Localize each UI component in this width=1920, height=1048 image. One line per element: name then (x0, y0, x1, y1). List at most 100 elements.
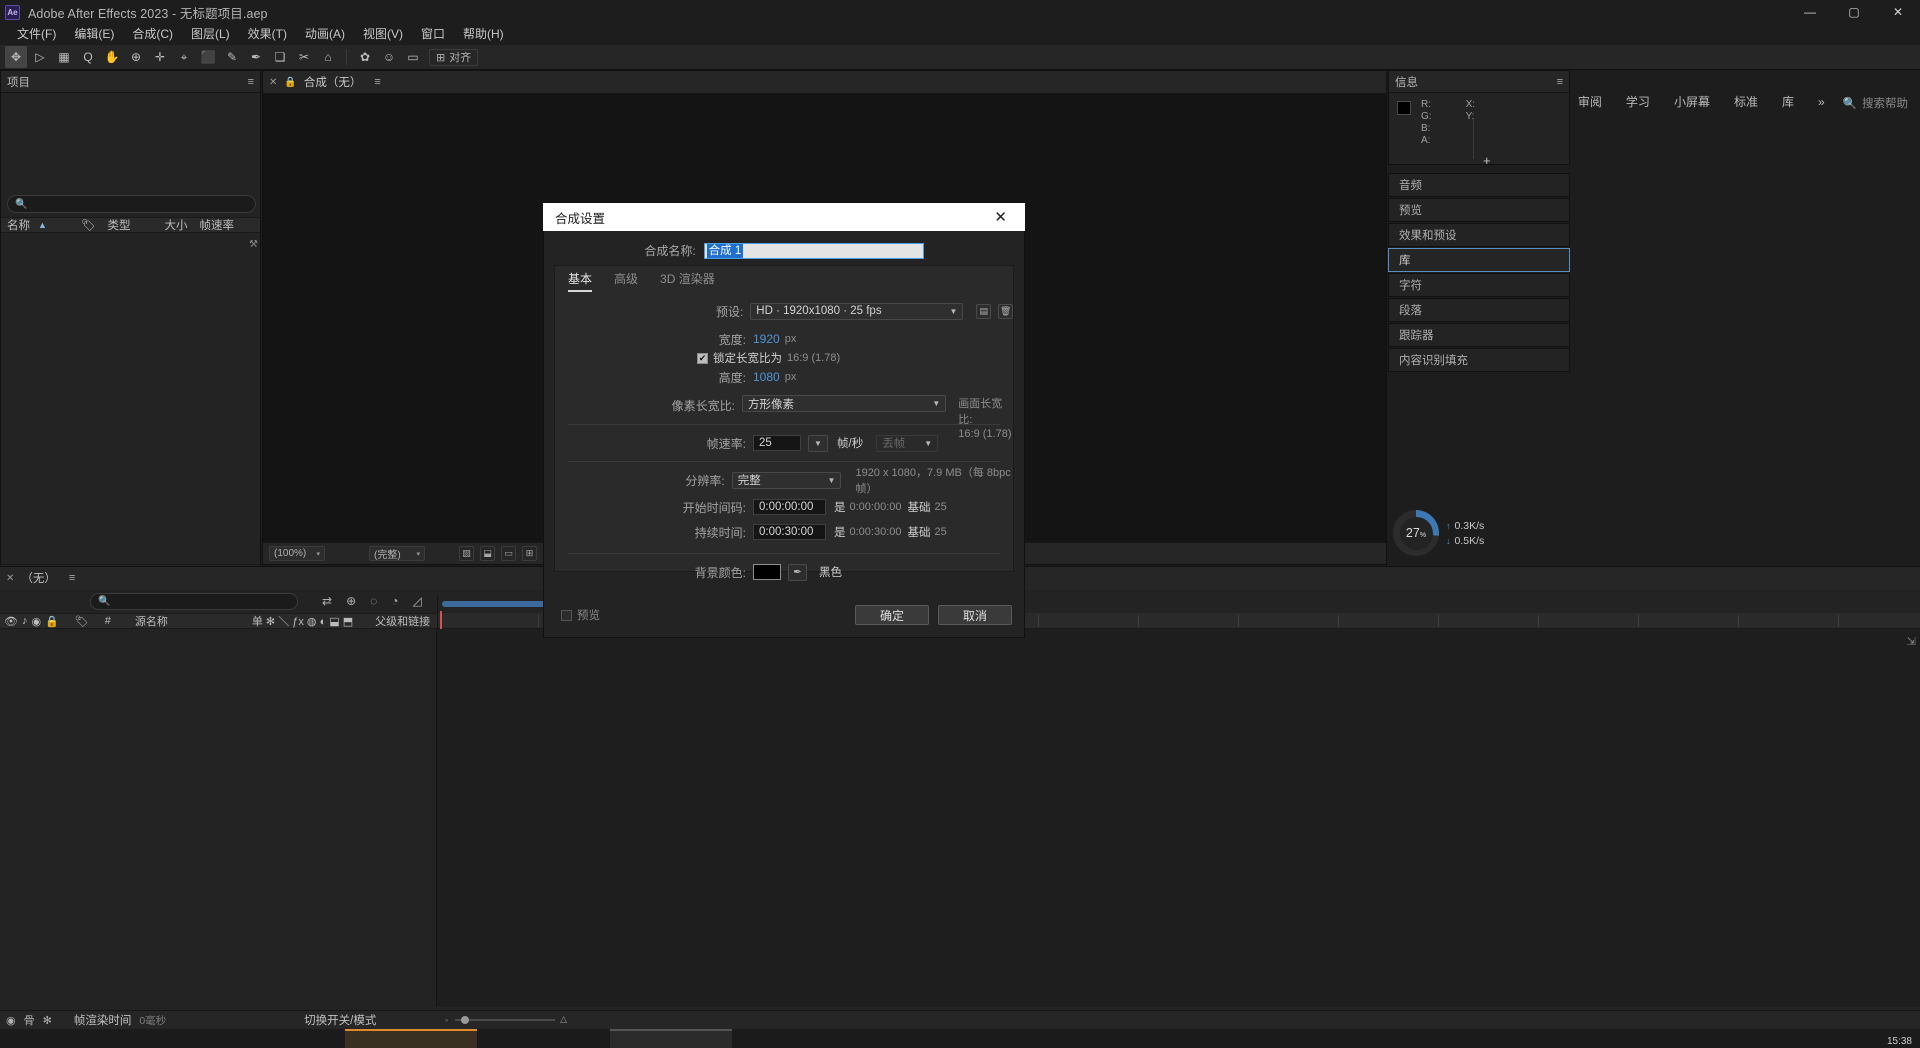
column-type[interactable]: 类型 (102, 217, 137, 233)
sort-ascending-icon[interactable]: ▲ (38, 220, 47, 230)
close-tab-icon[interactable]: ✕ (6, 573, 14, 584)
timeline-zoom-slider[interactable]: ◦ △ (445, 1014, 567, 1025)
rotation-tool-icon[interactable]: ✛ (149, 46, 171, 68)
motion-blur-icon[interactable]: ✻ (43, 1014, 52, 1027)
menu-window[interactable]: 窗口 (412, 25, 454, 44)
graph-editor-icon[interactable]: ◿ (413, 594, 422, 608)
toggle-transparency-grid-icon[interactable]: ▨ (459, 546, 474, 561)
menu-effect[interactable]: 效果(T) (239, 25, 296, 44)
zoom-out-icon[interactable]: ◦ (445, 1015, 448, 1025)
maximize-button[interactable]: ▢ (1832, 0, 1876, 24)
pen-tool-icon[interactable]: ✎ (221, 46, 243, 68)
timeline-resize-icon[interactable]: ⇲ (1907, 635, 1916, 648)
menu-composition[interactable]: 合成(C) (123, 25, 182, 44)
menu-view[interactable]: 视图(V) (354, 25, 412, 44)
resolution-select[interactable]: 完整 ▼ (731, 471, 842, 489)
composition-panel-menu-icon[interactable]: ≡ (374, 76, 380, 88)
hide-shy-layers-icon[interactable]: ◌ (370, 594, 377, 608)
orbit-tool-icon[interactable]: Q (77, 46, 99, 68)
pixel-aspect-select[interactable]: 方形像素 ▼ (742, 395, 947, 412)
background-color-swatch[interactable] (753, 564, 781, 580)
column-source-name[interactable]: 源名称 (135, 613, 168, 629)
height-value[interactable]: 1080 (753, 370, 780, 384)
ok-button[interactable]: 确定 (855, 605, 929, 625)
tab-basic[interactable]: 基本 (568, 270, 593, 292)
timeline-tab-title[interactable]: （无） (21, 570, 56, 586)
width-value[interactable]: 1920 (753, 332, 780, 346)
anchor-point-tool-icon[interactable]: ⌖ (173, 46, 195, 68)
timeline-search-input[interactable]: 🔍 (90, 592, 298, 610)
switches-modes-toggle[interactable]: 切换开关/模式 (304, 1012, 376, 1028)
menu-layer[interactable]: 图层(L) (182, 25, 239, 44)
menu-file[interactable]: 文件(F) (8, 25, 65, 44)
duration-input[interactable]: 0:00:30:00 (753, 524, 826, 540)
column-name[interactable]: 名称 (1, 217, 36, 233)
preset-select[interactable]: HD · 1920x1080 · 25 fps ▼ (750, 302, 964, 320)
composition-mini-flowchart-icon[interactable]: ⇄ (322, 594, 332, 608)
preview-checkbox[interactable]: ✔ (561, 609, 572, 621)
motion-blur-icon[interactable]: ◔ (391, 594, 398, 608)
eyedropper-icon[interactable]: ✒ (788, 563, 807, 581)
close-tab-icon[interactable]: ✕ (269, 77, 277, 88)
puppet-pin-tool-icon[interactable]: ☺ (378, 46, 400, 68)
tab-3d-renderer[interactable]: 3D 渲染器 (660, 270, 715, 292)
lock-icon[interactable]: 🔒 (284, 77, 296, 88)
sidebar-item-content-aware-fill[interactable]: 内容识别填充 (1388, 348, 1570, 372)
draft-3d-icon[interactable]: ⊕ (346, 594, 356, 608)
zoom-in-icon[interactable]: △ (560, 1014, 567, 1025)
zoom-level-select[interactable]: (100%) ▾ (269, 546, 325, 561)
cancel-button[interactable]: 取消 (938, 605, 1012, 625)
sidebar-item-library[interactable]: 库 (1388, 248, 1570, 272)
eye-icon[interactable]: 👁 (4, 615, 18, 628)
column-size[interactable]: 大小 (159, 217, 194, 233)
toggle-mask-icon[interactable]: ⬓ (480, 546, 495, 561)
lock-aspect-checkbox-group[interactable]: ✔ 锁定长宽比为 16:9 (1.78) (697, 350, 840, 366)
close-window-button[interactable]: ✕ (1876, 0, 1920, 24)
tab-advanced[interactable]: 高级 (614, 270, 638, 292)
frame-rate-input[interactable]: 25 (753, 435, 801, 451)
minimize-button[interactable]: — (1788, 0, 1832, 24)
sidebar-item-preview[interactable]: 预览 (1388, 198, 1570, 222)
eraser-tool-icon[interactable]: ⌂ (317, 46, 339, 68)
sidebar-item-effects-presets[interactable]: 效果和预设 (1388, 223, 1570, 247)
column-index[interactable]: # (105, 615, 111, 627)
roto-brush-tool-icon[interactable]: ✿ (354, 46, 376, 68)
timeline-panel-menu-icon[interactable]: ≡ (69, 572, 75, 584)
info-panel-menu-icon[interactable]: ≡ (1557, 76, 1563, 88)
sidebar-item-paragraph[interactable]: 段落 (1388, 298, 1570, 322)
start-timecode-input[interactable]: 0:00:00:00 (753, 499, 826, 515)
frame-rate-select[interactable]: ▼ (808, 434, 828, 452)
shape-tool-icon[interactable]: ⬛ (197, 46, 219, 68)
timeline-playhead[interactable] (440, 611, 442, 629)
timeline-layer-list[interactable] (0, 629, 437, 1007)
lock-aspect-checkbox[interactable]: ✔ (697, 352, 708, 364)
menu-edit[interactable]: 编辑(E) (65, 25, 123, 44)
delete-preset-icon[interactable]: 🗑 (998, 303, 1013, 319)
hand-tool-icon[interactable]: ▷ (29, 46, 51, 68)
taskbar-item-ae[interactable] (345, 1029, 477, 1048)
lock-icon[interactable]: 🔒 (45, 615, 59, 628)
menu-animation[interactable]: 动画(A) (296, 25, 354, 44)
menu-help[interactable]: 帮助(H) (454, 25, 513, 44)
type-tool-icon[interactable]: ✒ (245, 46, 267, 68)
align-panel-button[interactable]: ⊞ 对齐 (429, 48, 479, 66)
column-framerate[interactable]: 帧速率 (194, 217, 241, 233)
project-panel-menu-icon[interactable]: ≡ (248, 76, 254, 88)
sidebar-item-tracker[interactable]: 跟踪器 (1388, 323, 1570, 347)
save-preset-icon[interactable]: ▤ (976, 303, 992, 319)
project-search-input[interactable]: 🔍 (7, 195, 256, 213)
sidebar-item-audio[interactable]: 音频 (1388, 173, 1570, 197)
preview-checkbox-group[interactable]: ✔ 预览 (561, 607, 600, 623)
dolly-tool-icon[interactable]: ⊕ (125, 46, 147, 68)
column-parent-link[interactable]: 父级和链接 (375, 613, 430, 629)
grid-guides-icon[interactable]: ⊞ (522, 546, 537, 561)
frame-blend-icon[interactable]: 骨 (24, 1012, 35, 1028)
solo-icon[interactable]: ◉ (31, 615, 41, 628)
composition-tab-title[interactable]: 合成（无） (304, 74, 362, 90)
pan-tool-icon[interactable]: ✋ (101, 46, 123, 68)
timeline-body[interactable]: ⇲ (0, 629, 1920, 1007)
selection-tool-icon[interactable]: ✥ (5, 46, 27, 68)
sidebar-item-character[interactable]: 字符 (1388, 273, 1570, 297)
toggle-switches-icon[interactable]: ◉ (6, 1014, 16, 1027)
region-of-interest-icon[interactable]: ▭ (501, 546, 516, 561)
